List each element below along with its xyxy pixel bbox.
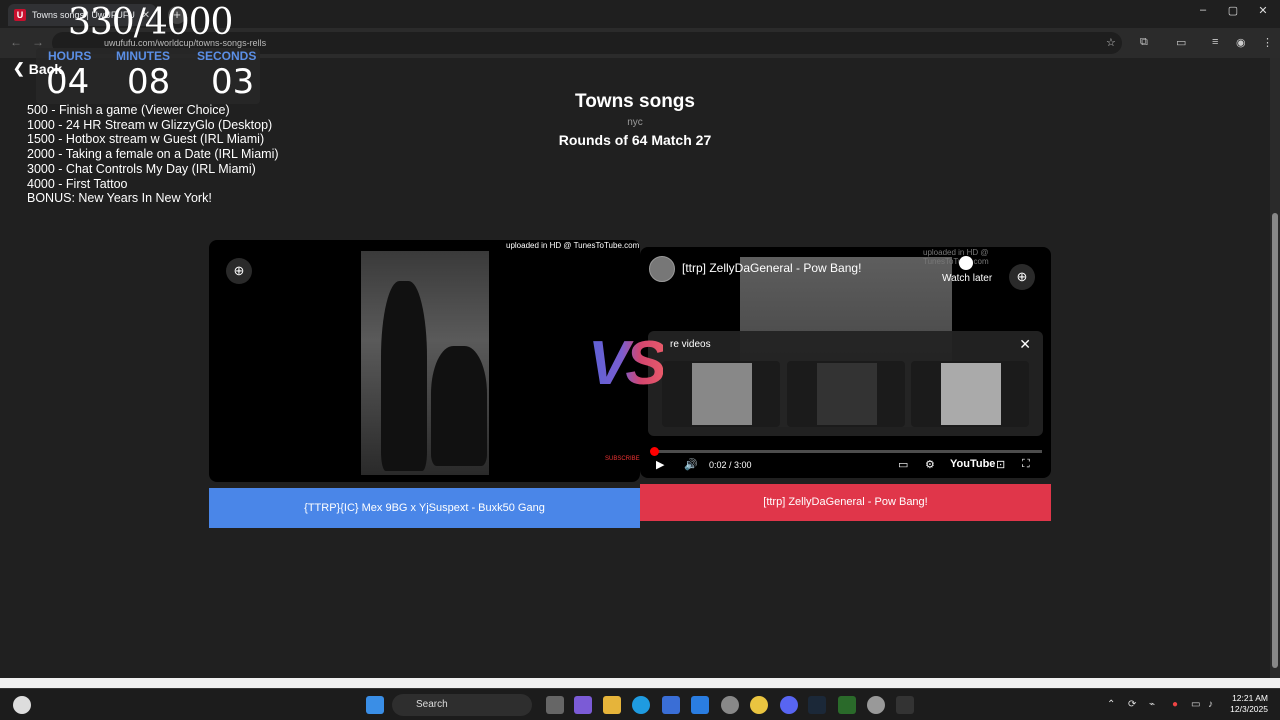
chevron-left-icon: ❮ <box>13 60 25 76</box>
tab-search-icon[interactable]: ▭ <box>1176 36 1186 49</box>
extensions-icon[interactable]: ⧉ <box>1140 36 1148 49</box>
seconds-label: SECONDS <box>197 49 257 63</box>
volume-icon[interactable]: 🔊 <box>684 458 698 471</box>
task-view-icon[interactable] <box>546 696 564 714</box>
vertical-scrollbar[interactable] <box>1270 58 1280 678</box>
excel-icon[interactable] <box>838 696 856 714</box>
youtube-video-title[interactable]: [ttrp] ZellyDaGeneral - Pow Bang! <box>682 261 861 275</box>
round-label: Rounds of 64 Match 27 <box>558 132 712 148</box>
watch-later-icon[interactable] <box>959 256 973 270</box>
settings-gear-icon[interactable] <box>867 696 885 714</box>
fullscreen-icon[interactable]: ⛶ <box>1022 458 1030 471</box>
back-button[interactable]: ❮ Back <box>13 60 62 77</box>
left-video-frame <box>361 251 489 475</box>
watch-later-label[interactable]: Watch later <box>942 273 992 284</box>
person-silhouette <box>431 346 487 466</box>
left-video-player[interactable]: uploaded in HD @ TunesToTube.com ⊕ SUBSC… <box>209 240 640 482</box>
back-arrow-icon[interactable]: ← <box>10 35 22 49</box>
choose-left-button[interactable]: {TTRP}{IC} Mex 9BG x YjSuspext - Buxk50 … <box>209 488 640 528</box>
epic-games-icon[interactable] <box>896 696 914 714</box>
bookmark-star-icon[interactable]: ☆ <box>1106 36 1116 49</box>
reading-list-icon[interactable]: ≡ <box>1212 36 1218 48</box>
edge-icon[interactable] <box>632 696 650 714</box>
player-controls: ▶ 🔊 0:02 / 3:00 ▭ ⚙ YouTube ⊡ ⛶ <box>652 458 1039 474</box>
play-icon[interactable]: ▶ <box>656 458 664 471</box>
sync-icon[interactable]: ⟳ <box>1128 699 1136 710</box>
volume-icon[interactable]: ♪ <box>1208 699 1213 710</box>
search-label: Search <box>416 699 448 710</box>
display-icon[interactable]: ▭ <box>1191 699 1200 710</box>
network-icon[interactable]: ⌁ <box>1149 699 1155 710</box>
profile-icon[interactable]: ◉ <box>1236 36 1246 49</box>
taskbar-search[interactable]: Search <box>392 694 532 716</box>
widgets-icon[interactable] <box>13 696 31 714</box>
horizontal-scrollbar[interactable] <box>0 678 1280 688</box>
store-icon[interactable] <box>662 696 680 714</box>
chrome-icon[interactable] <box>750 696 768 714</box>
close-window-button[interactable]: ✕ <box>1248 4 1278 17</box>
more-videos-title: re videos <box>670 339 711 350</box>
minutes-label: MINUTES <box>116 49 170 63</box>
video-watermark: uploaded in HD @ TunesToTube.com <box>506 241 640 250</box>
choose-right-button[interactable]: [ttrp] ZellyDaGeneral - Pow Bang! <box>640 484 1051 521</box>
taskbar: Search ⌃ ⟳ ⌁ ● ▭ ♪ 12:21 AM 12/3/2025 <box>0 688 1280 720</box>
file-explorer-icon[interactable] <box>603 696 621 714</box>
copilot-icon[interactable] <box>574 696 592 714</box>
minimize-button[interactable]: – <box>1188 4 1218 16</box>
suggested-video-thumb[interactable] <box>662 361 780 427</box>
cast-icon[interactable]: ⊡ <box>996 458 1005 471</box>
video-watermark: uploaded in HD @ TunesToTube.com <box>923 248 989 266</box>
settings-gear-icon[interactable]: ⚙ <box>925 458 935 471</box>
scrubber-handle[interactable] <box>650 447 659 456</box>
goal-item: 2000 - Taking a female on a Date (IRL Mi… <box>27 147 279 162</box>
goal-item: 3000 - Chat Controls My Day (IRL Miami) <box>27 161 256 176</box>
page-title: Towns songs <box>575 91 695 112</box>
maximize-button[interactable]: ▢ <box>1218 4 1248 17</box>
site-favicon-icon: U <box>14 9 26 21</box>
captions-icon[interactable]: ▭ <box>898 458 908 471</box>
video-progress-bar[interactable] <box>652 450 1042 453</box>
thumbnail-image <box>692 363 752 425</box>
discord-icon[interactable] <box>780 696 798 714</box>
time-display: 0:02 / 3:00 <box>709 460 752 470</box>
goal-item: 4000 - First Tattoo <box>27 176 128 191</box>
outlook-icon[interactable] <box>691 696 709 714</box>
app-icon[interactable] <box>721 696 739 714</box>
menu-kebab-icon[interactable]: ⋮ <box>1262 36 1273 49</box>
channel-avatar[interactable] <box>649 256 675 282</box>
start-windows-icon[interactable] <box>366 696 384 714</box>
subathon-counter: 330/4000 <box>68 2 233 43</box>
page-subtitle: nyc <box>627 117 643 128</box>
subscribe-watermark: SUBSCRIBE <box>605 456 640 462</box>
system-clock[interactable]: 12:21 AM 12/3/2025 <box>1224 693 1268 715</box>
forward-arrow-icon[interactable]: → <box>32 35 44 49</box>
zoom-in-icon[interactable]: ⊕ <box>1009 264 1035 290</box>
clock-time: 12:21 AM <box>1232 693 1268 703</box>
clock-date: 12/3/2025 <box>1230 704 1268 714</box>
microphone-icon[interactable]: ● <box>1172 699 1178 710</box>
goal-item: BONUS: New Years In New York! <box>27 191 212 206</box>
steam-icon[interactable] <box>808 696 826 714</box>
chevron-up-icon[interactable]: ⌃ <box>1107 699 1115 710</box>
vs-label: VS <box>588 329 667 398</box>
back-label: Back <box>28 60 63 77</box>
close-icon[interactable]: ✕ <box>1019 336 1031 353</box>
person-silhouette <box>381 281 427 471</box>
right-video-player[interactable]: uploaded in HD @ TunesToTube.com [ttrp] … <box>640 247 1051 478</box>
scroll-thumb[interactable] <box>1272 213 1278 668</box>
youtube-logo[interactable]: YouTube <box>950 458 995 470</box>
more-videos-panel: re videos ✕ <box>648 331 1043 436</box>
zoom-in-icon[interactable]: ⊕ <box>226 258 252 284</box>
thumbnail-image <box>941 363 1001 425</box>
suggested-video-thumb[interactable] <box>911 361 1029 427</box>
suggested-video-thumb[interactable] <box>787 361 905 427</box>
thumbnail-image <box>817 363 877 425</box>
